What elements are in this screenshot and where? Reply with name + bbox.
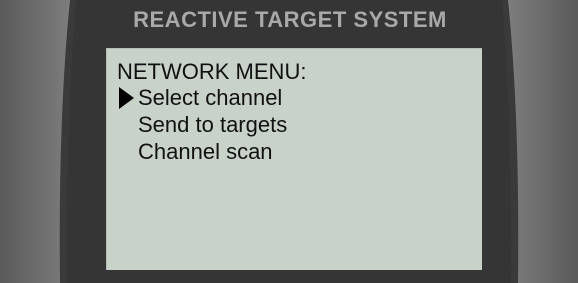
right-grip	[508, 0, 578, 283]
device-screenshot: REACTIVE TARGET SYSTEM NETWORK MENU: Sel…	[0, 0, 578, 283]
triangle-right-icon	[119, 87, 134, 109]
menu-item-send-to-targets[interactable]: Send to targets	[138, 112, 287, 138]
menu-item-select-channel[interactable]: Select channel	[138, 85, 282, 111]
menu-title: NETWORK MENU:	[117, 59, 307, 84]
menu-item-channel-scan[interactable]: Channel scan	[138, 139, 273, 165]
brand-label: REACTIVE TARGET SYSTEM	[133, 7, 447, 32]
left-grip	[0, 0, 70, 283]
lcd-screen: NETWORK MENU: Select channel Send to tar…	[106, 48, 482, 270]
